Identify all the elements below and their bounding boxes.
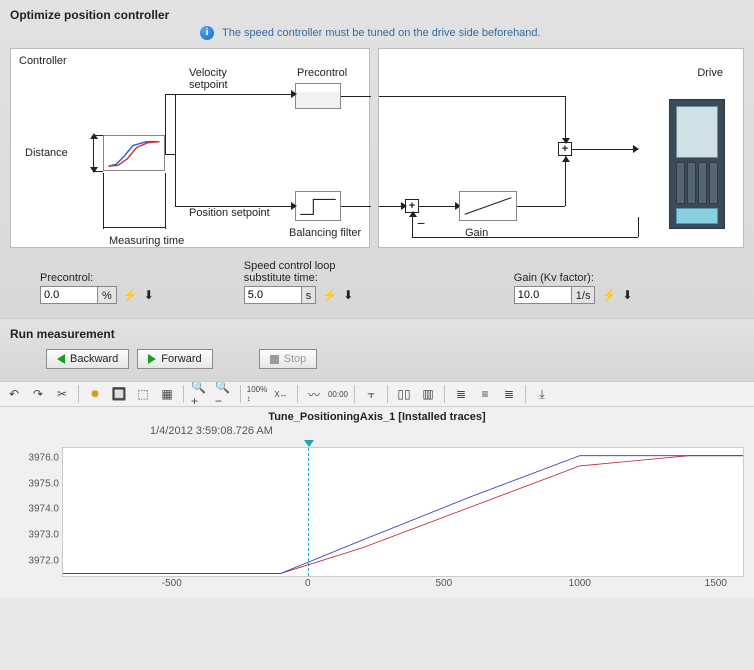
fit-100-icon[interactable]: 100%↕ bbox=[247, 384, 267, 404]
sub-time-unit: s bbox=[302, 286, 317, 304]
param-gain: Gain (Kv factor): 1/s ⚡ ⬇ bbox=[514, 272, 633, 304]
align-center-icon[interactable]: ▥ bbox=[418, 384, 438, 404]
cursor-handle-icon[interactable] bbox=[304, 440, 314, 447]
balancing-filter-block bbox=[295, 191, 341, 221]
zoom-in-icon[interactable]: 🔍+ bbox=[190, 384, 210, 404]
x-tick: 500 bbox=[435, 578, 452, 589]
forward-label: Forward bbox=[161, 353, 201, 365]
stop-icon bbox=[270, 355, 279, 364]
zoom-area-icon[interactable]: 🔲 bbox=[109, 384, 129, 404]
trace-plot[interactable]: 3976.0 3975.0 3974.0 3973.0 3972.0 -500 … bbox=[62, 447, 744, 577]
velocity-setpoint-label: Velocity setpoint bbox=[189, 67, 249, 91]
distance-label: Distance bbox=[25, 147, 68, 159]
play-left-icon bbox=[57, 354, 65, 364]
cursor-icon[interactable]: ✂ bbox=[52, 384, 72, 404]
y-tick: 3975.0 bbox=[28, 478, 59, 489]
trace-svg bbox=[63, 448, 743, 576]
trace-timestamp: 1/4/2012 3:59:08.726 AM bbox=[150, 425, 273, 437]
zoom-y-icon[interactable]: ▦ bbox=[157, 384, 177, 404]
measuring-time-label: Measuring time bbox=[109, 235, 184, 247]
x-tick: 1000 bbox=[569, 578, 591, 589]
auto-tune-icon[interactable]: ⚡ bbox=[601, 288, 616, 302]
drive-device bbox=[669, 99, 725, 229]
sub-time-field-label: Speed control loop substitute time: bbox=[244, 260, 374, 284]
export-icon[interactable]: ⤓ bbox=[532, 384, 552, 404]
stop-button[interactable]: Stop bbox=[259, 349, 318, 369]
list-icon[interactable]: ≣ bbox=[451, 384, 471, 404]
play-right-icon bbox=[148, 354, 156, 364]
info-banner: i The speed controller must be tuned on … bbox=[200, 26, 744, 40]
drive-label: Drive bbox=[697, 67, 723, 79]
gain-field-label: Gain (Kv factor): bbox=[514, 272, 633, 284]
gain-unit: 1/s bbox=[572, 286, 596, 304]
precontrol-label: Precontrol bbox=[297, 67, 347, 79]
align-1-icon[interactable]: ≡ bbox=[475, 384, 495, 404]
precontrol-unit: % bbox=[98, 286, 117, 304]
stop-label: Stop bbox=[284, 353, 307, 365]
x-tick: 0 bbox=[305, 578, 311, 589]
redo-icon[interactable]: ↷ bbox=[28, 384, 48, 404]
trace-area: Tune_PositioningAxis_1 [Installed traces… bbox=[0, 407, 754, 597]
undo-icon[interactable]: ↶ bbox=[4, 384, 24, 404]
download-icon[interactable]: ⬇ bbox=[144, 288, 154, 302]
balancing-filter-label: Balancing filter bbox=[289, 227, 361, 239]
download-icon[interactable]: ⬇ bbox=[622, 288, 632, 302]
param-precontrol: Precontrol: % ⚡ ⬇ bbox=[40, 272, 154, 304]
distance-chart-block bbox=[103, 135, 165, 171]
diagram-controller: Controller Velocity setpoint Precontrol … bbox=[10, 48, 370, 248]
run-measurement-title: Run measurement bbox=[10, 327, 744, 341]
auto-tune-icon[interactable]: ⚡ bbox=[322, 288, 337, 302]
split-icon[interactable]: ⫟ bbox=[361, 384, 381, 404]
y-tick: 3974.0 bbox=[28, 504, 59, 515]
zoom-out-icon[interactable]: 🔍− bbox=[214, 384, 234, 404]
backward-label: Backward bbox=[70, 353, 118, 365]
time-icon[interactable]: 00:00 bbox=[328, 384, 348, 404]
download-icon[interactable]: ⬇ bbox=[343, 288, 353, 302]
fit-x-icon[interactable]: X↔ bbox=[271, 384, 291, 404]
align-2-icon[interactable]: ≣ bbox=[499, 384, 519, 404]
y-tick: 3973.0 bbox=[28, 530, 59, 541]
forward-button[interactable]: Forward bbox=[137, 349, 212, 369]
gain-input[interactable] bbox=[514, 286, 572, 304]
trace-title: Tune_PositioningAxis_1 [Installed traces… bbox=[0, 411, 754, 423]
precontrol-block bbox=[295, 83, 341, 109]
trace-toolbar: ↶ ↷ ✂ ✹ 🔲 ⬚ ▦ 🔍+ 🔍− 100%↕ X↔ 〰 00:00 ⫟ ▯… bbox=[0, 381, 754, 407]
info-icon: i bbox=[200, 26, 214, 40]
controller-label: Controller bbox=[19, 55, 67, 67]
page-title: Optimize position controller bbox=[10, 8, 744, 22]
gear-icon[interactable]: ✹ bbox=[85, 384, 105, 404]
summing-junction-2: + bbox=[558, 142, 572, 156]
y-tick: 3972.0 bbox=[28, 555, 59, 566]
y-tick: 3976.0 bbox=[28, 453, 59, 464]
chart-icon[interactable]: 〰 bbox=[304, 384, 324, 404]
align-left-icon[interactable]: ▯▯ bbox=[394, 384, 414, 404]
backward-button[interactable]: Backward bbox=[46, 349, 129, 369]
zoom-x-icon[interactable]: ⬚ bbox=[133, 384, 153, 404]
x-tick: -500 bbox=[162, 578, 182, 589]
auto-tune-icon[interactable]: ⚡ bbox=[123, 288, 138, 302]
x-tick: 1500 bbox=[705, 578, 727, 589]
sub-time-input[interactable] bbox=[244, 286, 302, 304]
param-sub-time: Speed control loop substitute time: s ⚡ … bbox=[244, 260, 374, 304]
precontrol-input[interactable] bbox=[40, 286, 98, 304]
gain-block bbox=[459, 191, 517, 221]
position-setpoint-label: Position setpoint bbox=[189, 207, 270, 219]
diagram-drive: Drive Gain + − + bbox=[378, 48, 744, 248]
info-text: The speed controller must be tuned on th… bbox=[222, 27, 541, 39]
minus-label: − bbox=[417, 215, 425, 231]
precontrol-field-label: Precontrol: bbox=[40, 272, 154, 284]
